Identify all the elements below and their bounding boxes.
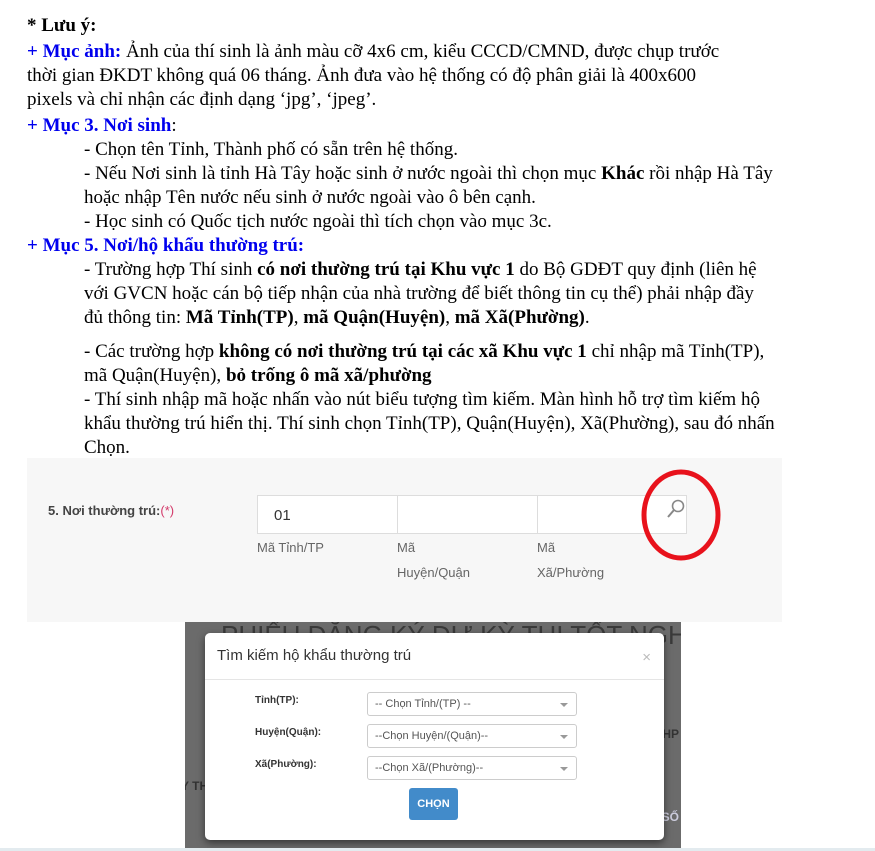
text-segment: thời gian ĐKDT không quá 06 tháng. Ảnh đ… [27,65,697,86]
text-segment: rồi nhập Hà Tây [644,163,773,184]
text-line: - Thí sinh nhập mã hoặc nhấn vào nút biể… [84,388,760,412]
text-line: Chọn. [84,436,130,460]
red-highlight-circle [641,469,721,561]
background-fragment: SỐ [661,810,679,824]
province-select[interactable]: -- Chọn Tỉnh/(TP) -- [367,692,577,716]
chevron-down-icon [560,767,568,771]
text-line: - Chọn tên Tỉnh, Thành phố có sẵn trên h… [84,138,458,162]
text-segment: , [445,307,455,328]
district-caption-line1: Mã [397,540,416,555]
text-line: hoặc nhập Tên nước nếu sinh ở nước ngoài… [84,186,536,210]
residence-label-text: 5. Nơi thường trú: [48,503,161,518]
province-label: Tỉnh(TP): [255,695,299,706]
text-line: - Trường hợp Thí sinh có nơi thường trú … [84,258,757,282]
text-segment: khẩu thường trú hiển thị. Thí sinh chọn … [84,413,775,434]
bold-text: * Lưu ý: [27,15,97,36]
modal-title: Tìm kiếm hộ khẩu thường trú [217,647,412,664]
text-line: + Mục 5. Nơi/hộ khẩu thường trú: [27,234,304,258]
text-segment: pixels và chỉ nhận các định dạng ‘jpg’, … [27,89,377,110]
chevron-down-icon [560,735,568,739]
text-segment: đủ thông tin: [84,307,186,328]
text-segment: hoặc nhập Tên nước nếu sinh ở nước ngoài… [84,187,536,208]
residence-form-screenshot: 5. Nơi thường trú:(*) 01 Mã Tỉnh/TP Mã Hu… [27,458,782,622]
bold-text: Khác [601,163,645,184]
text-segment: , [293,307,304,328]
text-segment: - Trường hợp Thí sinh [84,259,258,280]
search-modal-screenshot: PHIẾU ĐĂNG KÝ DỰ KỲ THI TỐT NGHIỆP THPT … [185,622,681,848]
bold-text: mã Quận(Huyện) [303,307,446,328]
search-residence-modal: Tìm kiếm hộ khẩu thường trú × Tỉnh(TP): … [205,633,664,840]
text-line: + Mục ảnh: Ảnh của thí sinh là ảnh màu c… [27,40,719,64]
text-segment: . [584,307,590,328]
text-segment: - Các trường hợp [84,341,219,362]
text-segment: : [171,115,177,136]
required-mark: (*) [160,503,175,518]
section-heading: + Mục 3. Nơi sinh [27,115,172,136]
ward-caption-line2: Xã/Phường [537,565,605,580]
text-line: với GVCN hoặc cán bộ tiếp nhận của nhà t… [84,282,754,306]
text-line: mã Quận(Huyện), bỏ trống ô mã xã/phường [84,364,432,388]
close-icon[interactable]: × [642,649,651,666]
ward-caption-line1: Mã [537,540,556,555]
text-line: thời gian ĐKDT không quá 06 tháng. Ảnh đ… [27,64,696,88]
province-code-input[interactable]: 01 [257,495,398,534]
text-line: khẩu thường trú hiển thị. Thí sinh chọn … [84,412,775,436]
chevron-down-icon [560,703,568,707]
modal-divider [205,679,664,680]
district-caption-line2: Huyện/Quận [397,565,470,580]
district-select-value: --Chọn Huyện/(Quận)-- [375,730,489,742]
text-segment: mã Quận(Huyện), [84,365,226,386]
ward-select[interactable]: --Chọn Xã/(Phường)-- [367,756,577,780]
text-line: - Nếu Nơi sinh là tỉnh Hà Tây hoặc sinh … [84,162,773,186]
province-select-value: -- Chọn Tỉnh/(TP) -- [375,698,471,710]
choose-button[interactable]: CHỌN [409,788,458,820]
bold-text: Mã Tỉnh(TP) [185,307,294,328]
text-segment: do Bộ GDĐT quy định (liên hệ [514,259,757,280]
bold-text: có nơi thường trú tại Khu vực 1 [257,259,515,280]
district-select[interactable]: --Chọn Huyện/(Quận)-- [367,724,577,748]
section-heading: + Mục 5. Nơi/hộ khẩu thường trú: [27,235,305,256]
text-segment: Chọn. [84,437,130,458]
text-segment: - Học sinh có Quốc tịch nước ngoài thì t… [84,211,552,232]
text-line: pixels và chỉ nhận các định dạng ‘jpg’, … [27,88,376,112]
section-heading: + Mục ảnh: [27,41,122,62]
residence-label: 5. Nơi thường trú:(*) [48,503,174,518]
text-segment: với GVCN hoặc cán bộ tiếp nhận của nhà t… [84,283,754,304]
ward-caption: Mã Xã/Phường [537,535,604,585]
text-line: - Các trường hợp không có nơi thường trú… [84,340,764,364]
district-caption: Mã Huyện/Quận [397,535,470,585]
text-line: - Học sinh có Quốc tịch nước ngoài thì t… [84,210,552,234]
text-segment: - Nếu Nơi sinh là tỉnh Hà Tây hoặc sinh … [84,163,602,184]
text-line: * Lưu ý: [27,14,96,38]
bold-text: không có nơi thường trú tại các xã Khu v… [218,341,587,362]
bold-text: mã Xã(Phường) [454,307,585,328]
text-line: đủ thông tin: Mã Tỉnh(TP), mã Quận(Huyện… [84,306,590,330]
district-label: Huyện(Quận): [255,727,322,738]
text-segment: chỉ nhập mã Tỉnh(TP), [586,341,765,362]
text-segment: - Chọn tên Tỉnh, Thành phố có sẵn trên h… [84,139,458,160]
bold-text: bỏ trống ô mã xã/phường [225,365,432,386]
text-line: + Mục 3. Nơi sinh: [27,114,177,138]
ward-select-value: --Chọn Xã/(Phường)-- [375,762,484,774]
district-code-input[interactable] [397,495,538,534]
text-segment: - Thí sinh nhập mã hoặc nhấn vào nút biể… [84,389,760,410]
ward-label: Xã(Phường): [255,759,317,770]
text-segment: Ảnh của thí sinh là ảnh màu cỡ 4x6 cm, k… [121,41,720,62]
province-caption: Mã Tỉnh/TP [257,540,324,555]
